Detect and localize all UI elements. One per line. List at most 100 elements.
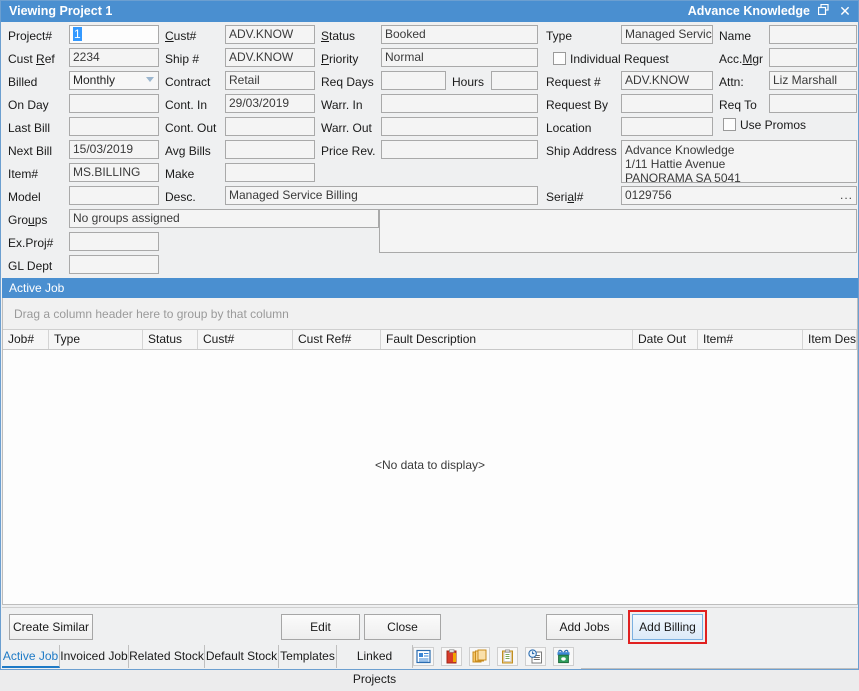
- tab-templates[interactable]: Templates: [279, 645, 337, 668]
- label-cont-out: Cont. Out: [165, 121, 216, 135]
- window-title: Viewing Project 1: [9, 4, 112, 18]
- warr-out-input[interactable]: [381, 117, 538, 136]
- billed-select[interactable]: Monthly: [69, 71, 159, 90]
- priority-input[interactable]: Normal: [381, 48, 538, 67]
- tab-invoiced-job[interactable]: Invoiced Job: [60, 645, 129, 668]
- close-icon[interactable]: ✕: [836, 3, 854, 20]
- individual-request-label: Individual Request: [570, 52, 669, 66]
- ship-number-input[interactable]: ADV.KNOW: [225, 48, 315, 67]
- label-avg-bills: Avg Bills: [165, 144, 211, 158]
- attn-input[interactable]: Liz Marshall: [769, 71, 857, 90]
- label-ship-number: Ship #: [165, 52, 199, 66]
- label-priority: Priority: [321, 52, 358, 66]
- name-input[interactable]: [769, 25, 857, 44]
- label-billed: Billed: [8, 75, 37, 89]
- label-model: Model: [8, 190, 41, 204]
- acc-mgr-input[interactable]: [769, 48, 857, 67]
- restore-icon[interactable]: [814, 3, 832, 20]
- tab-bar-filler: [581, 645, 858, 669]
- column-header-job-number[interactable]: Job#: [3, 330, 49, 349]
- billed-select-value: Monthly: [73, 73, 115, 87]
- tab-default-stock[interactable]: Default Stock: [205, 645, 279, 668]
- label-contract: Contract: [165, 75, 210, 89]
- create-similar-button[interactable]: Create Similar: [9, 614, 93, 640]
- label-item-number: Item#: [8, 167, 38, 181]
- column-header-date-out[interactable]: Date Out: [633, 330, 698, 349]
- req-days-input[interactable]: [381, 71, 446, 90]
- history-clock-icon[interactable]: [525, 647, 546, 666]
- column-header-cust-number[interactable]: Cust#: [198, 330, 293, 349]
- label-warr-out: Warr. Out: [321, 121, 372, 135]
- label-on-day: On Day: [8, 98, 49, 112]
- location-input[interactable]: [621, 117, 713, 136]
- label-ship-address: Ship Address: [546, 144, 617, 158]
- column-header-item-desc[interactable]: Item Desc: [803, 330, 857, 349]
- req-to-input[interactable]: [769, 94, 857, 113]
- price-rev-input[interactable]: [381, 140, 538, 159]
- red-clipboard-icon[interactable]: [441, 647, 462, 666]
- label-warr-in: Warr. In: [321, 98, 363, 112]
- label-attn: Attn:: [719, 75, 744, 89]
- add-jobs-button[interactable]: Add Jobs: [546, 614, 623, 640]
- label-desc: Desc.: [165, 190, 196, 204]
- label-location: Location: [546, 121, 591, 135]
- project-number-input[interactable]: 1: [69, 25, 159, 44]
- tab-bar: Active Job Invoiced Job Related Stock De…: [2, 645, 858, 669]
- next-bill-input[interactable]: 15/03/2019: [69, 140, 159, 159]
- warr-in-input[interactable]: [381, 94, 538, 113]
- column-header-type[interactable]: Type: [49, 330, 143, 349]
- ship-address-input[interactable]: Advance Knowledge 1/11 Hattie Avenue PAN…: [621, 140, 857, 183]
- cont-in-input[interactable]: 29/03/2019: [225, 94, 315, 113]
- request-by-input[interactable]: [621, 94, 713, 113]
- details-document-icon[interactable]: [413, 647, 434, 666]
- edit-button[interactable]: Edit: [281, 614, 360, 640]
- column-header-status[interactable]: Status: [143, 330, 198, 349]
- cust-ref-input[interactable]: 2234: [69, 48, 159, 67]
- tab-linked-projects[interactable]: Linked Projects: [337, 645, 413, 668]
- last-bill-input[interactable]: [69, 117, 159, 136]
- groups-input[interactable]: No groups assigned: [69, 209, 379, 228]
- avg-bills-input[interactable]: [225, 140, 315, 159]
- label-req-days: Req Days: [321, 75, 374, 89]
- model-input[interactable]: [69, 186, 159, 205]
- active-job-grid: Drag a column header here to group by th…: [2, 298, 858, 605]
- serial-number-input[interactable]: 0129756: [621, 186, 857, 205]
- status-input[interactable]: Booked: [381, 25, 538, 44]
- group-panel[interactable]: Drag a column header here to group by th…: [3, 298, 857, 330]
- gl-dept-input[interactable]: [69, 255, 159, 274]
- label-price-rev: Price Rev.: [321, 144, 375, 158]
- active-job-band-title: Active Job: [9, 281, 64, 295]
- desc-input[interactable]: Managed Service Billing: [225, 186, 538, 205]
- active-job-band: Active Job: [2, 278, 858, 298]
- make-input[interactable]: [225, 163, 315, 182]
- promotion-money-icon[interactable]: [553, 647, 574, 666]
- clipboard-icon[interactable]: [497, 647, 518, 666]
- project-window: Viewing Project 1 Advance Knowledge ✕ Pr…: [0, 0, 859, 670]
- item-number-input[interactable]: MS.BILLING: [69, 163, 159, 182]
- label-make: Make: [165, 167, 194, 181]
- contract-input[interactable]: Retail: [225, 71, 315, 90]
- label-acc-mgr: Acc.Mgr: [719, 52, 763, 66]
- column-header-item-number[interactable]: Item#: [698, 330, 803, 349]
- label-request-number: Request #: [546, 75, 601, 89]
- label-last-bill: Last Bill: [8, 121, 50, 135]
- type-input[interactable]: Managed Service: [621, 25, 713, 44]
- ex-project-input[interactable]: [69, 232, 159, 251]
- use-promos-checkbox[interactable]: [723, 118, 736, 131]
- close-button[interactable]: Close: [364, 614, 441, 640]
- request-number-input[interactable]: ADV.KNOW: [621, 71, 713, 90]
- tab-active-job[interactable]: Active Job: [2, 645, 60, 668]
- copy-pages-icon[interactable]: [469, 647, 490, 666]
- grid-empty-message: <No data to display>: [3, 458, 857, 472]
- serial-more-button[interactable]: ...: [840, 188, 853, 202]
- column-header-cust-ref-number[interactable]: Cust Ref#: [293, 330, 381, 349]
- column-header-fault-description[interactable]: Fault Description: [381, 330, 633, 349]
- hours-input[interactable]: [491, 71, 538, 90]
- individual-request-checkbox[interactable]: [553, 52, 566, 65]
- label-status: Status: [321, 29, 355, 43]
- cont-out-input[interactable]: [225, 117, 315, 136]
- cust-number-input[interactable]: ADV.KNOW: [225, 25, 315, 44]
- tab-related-stock[interactable]: Related Stock: [129, 645, 205, 668]
- on-day-input[interactable]: [69, 94, 159, 113]
- notes-textarea[interactable]: [379, 209, 857, 253]
